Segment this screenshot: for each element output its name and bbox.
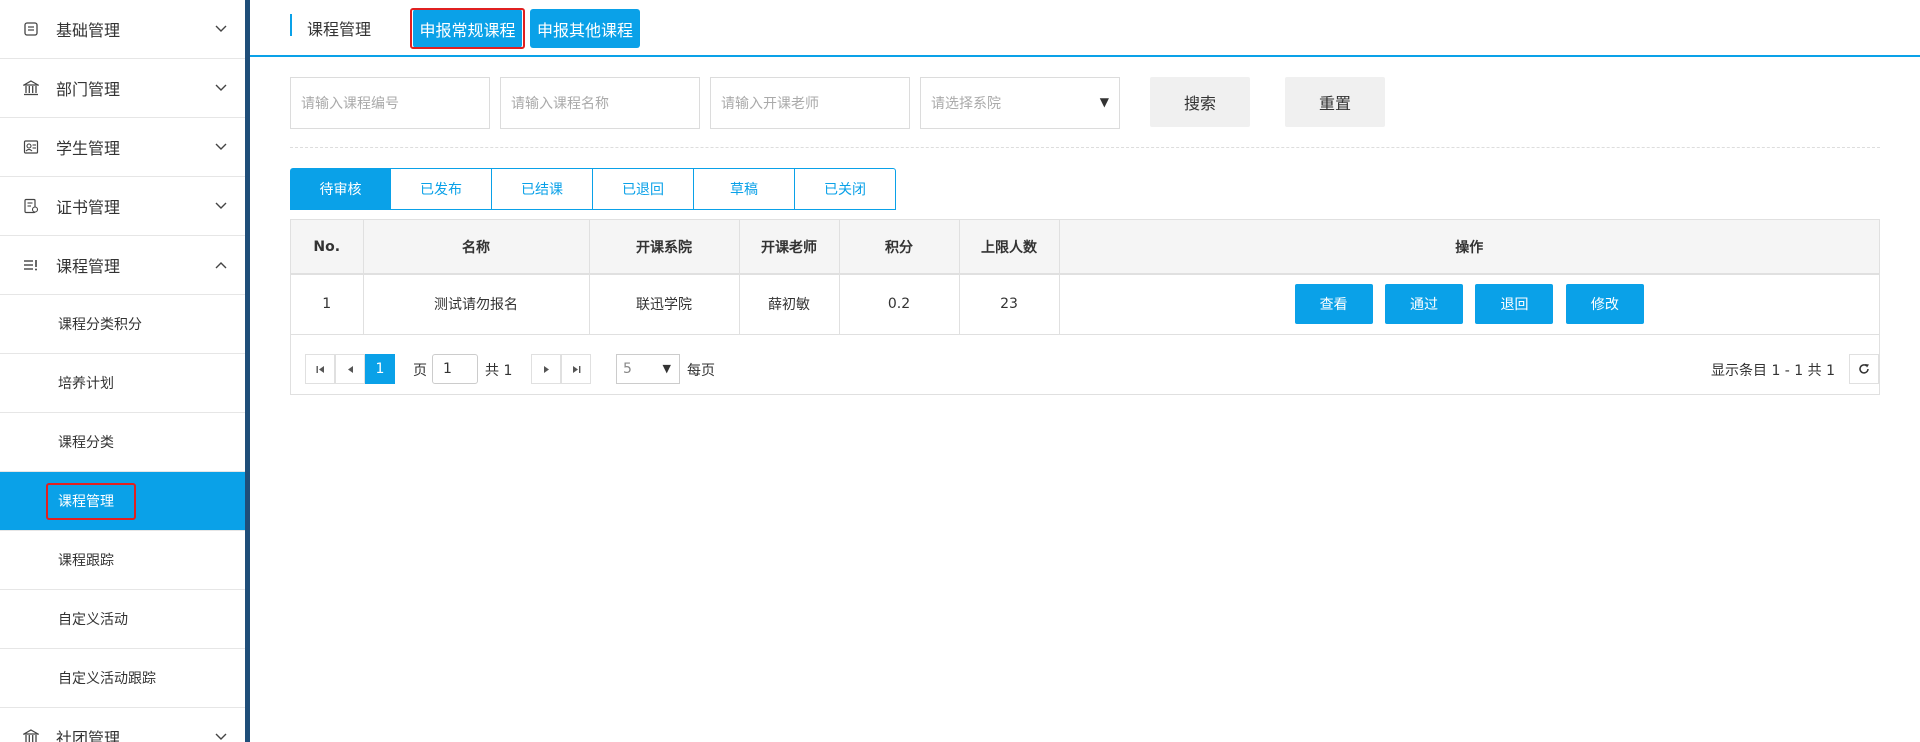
sidebar-group-course[interactable]: 课程管理 <box>0 236 245 295</box>
per-page-label: 每页 <box>687 363 715 379</box>
refresh-icon[interactable] <box>1849 354 1879 384</box>
sidebar-group-label: 课程管理 <box>56 257 121 276</box>
page-header: 课程管理 申报常规课程 申报其他课程 <box>250 0 1920 57</box>
column-header: 开课系院 <box>589 220 740 275</box>
tab-draft[interactable]: 草稿 <box>694 168 795 210</box>
apply-regular-course-button[interactable]: 申报常规课程 <box>413 9 522 48</box>
page-input[interactable]: 1 <box>432 354 478 384</box>
chevron-down-icon <box>213 139 229 155</box>
course-table: No. 名称 开课系院 开课老师 积分 上限人数 操作 1 测试请勿报名 联迅学… <box>290 219 1880 395</box>
sidebar-item-label: 自定义活动 <box>58 612 128 628</box>
page-size-select[interactable]: 5 ▼ <box>616 354 680 384</box>
return-button[interactable]: 退回 <box>1475 284 1554 325</box>
sidebar-item-course-management[interactable]: 课程管理 <box>0 472 245 531</box>
column-header: 开课老师 <box>739 220 840 275</box>
sidebar-group-label: 基础管理 <box>56 21 121 40</box>
page-label: 页 <box>413 363 427 379</box>
sidebar: 基础管理 部门管理 学生管理 证书管理 课程管理 课程分类积分 培养计划 课程分… <box>0 0 245 742</box>
sidebar-group-label: 证书管理 <box>56 198 121 217</box>
institution-icon <box>22 728 40 742</box>
sidebar-item-label: 课程分类积分 <box>58 317 142 333</box>
cell-limit: 23 <box>959 274 1060 335</box>
prev-page-icon[interactable] <box>335 354 365 384</box>
department-select[interactable]: 请选择系院 ▼ <box>920 77 1120 129</box>
column-header: 上限人数 <box>959 220 1060 275</box>
current-page-button[interactable]: 1 <box>365 354 395 384</box>
sidebar-group-label: 学生管理 <box>56 139 121 158</box>
approve-button[interactable]: 通过 <box>1385 284 1464 325</box>
certificate-icon <box>22 197 40 215</box>
sidebar-item-course-category-points[interactable]: 课程分类积分 <box>0 295 245 354</box>
sidebar-group-certificate[interactable]: 证书管理 <box>0 177 245 236</box>
total-pages: 共 1 <box>485 363 513 379</box>
tab-published[interactable]: 已发布 <box>391 168 492 210</box>
sidebar-item-label: 自定义活动跟踪 <box>58 671 156 687</box>
column-header: 名称 <box>363 220 590 275</box>
column-header: 积分 <box>839 220 960 275</box>
sidebar-item-custom-activity-tracking[interactable]: 自定义活动跟踪 <box>0 649 245 708</box>
sidebar-divider <box>245 0 250 742</box>
status-tabs: 待审核 已发布 已结课 已退回 草稿 已关闭 <box>290 168 896 210</box>
department-select-value: 请选择系院 <box>931 96 1001 112</box>
search-button[interactable]: 搜索 <box>1150 77 1250 127</box>
course-list-icon <box>22 256 40 274</box>
sidebar-item-course-category[interactable]: 课程分类 <box>0 413 245 472</box>
table-row: 1 测试请勿报名 联迅学院 薛初敏 0.2 23 查看 通过 退回 修改 <box>291 274 1879 335</box>
chevron-up-icon <box>213 257 229 273</box>
title-accent-bar <box>290 14 292 36</box>
sidebar-group-club[interactable]: 社团管理 <box>0 708 245 742</box>
cell-dept: 联迅学院 <box>589 274 740 335</box>
reset-button[interactable]: 重置 <box>1285 77 1385 127</box>
document-list-icon <box>22 20 40 38</box>
course-name-input[interactable]: 请输入课程名称 <box>500 77 700 129</box>
page-size-value: 5 <box>623 361 632 377</box>
page-title: 课程管理 <box>307 20 372 39</box>
first-page-icon[interactable] <box>305 354 335 384</box>
table-header-row: No. 名称 开课系院 开课老师 积分 上限人数 操作 <box>291 220 1879 275</box>
pagination-summary: 显示条目 1 - 1 共 1 <box>1711 363 1836 379</box>
caret-down-icon: ▼ <box>1099 95 1109 109</box>
tab-closed[interactable]: 已关闭 <box>795 168 896 210</box>
course-code-input[interactable]: 请输入课程编号 <box>290 77 490 129</box>
chevron-down-icon <box>213 80 229 96</box>
sidebar-item-custom-activity[interactable]: 自定义活动 <box>0 590 245 649</box>
sidebar-group-label: 社团管理 <box>56 729 121 742</box>
next-page-icon[interactable] <box>531 354 561 384</box>
edit-button[interactable]: 修改 <box>1565 284 1644 325</box>
teacher-input[interactable]: 请输入开课老师 <box>710 77 910 129</box>
chevron-down-icon <box>213 729 229 742</box>
divider <box>290 147 1880 148</box>
chevron-down-icon <box>213 21 229 37</box>
sidebar-item-label: 课程分类 <box>58 435 114 451</box>
sidebar-group-label: 部门管理 <box>56 80 121 99</box>
view-button[interactable]: 查看 <box>1294 284 1373 325</box>
institution-icon <box>22 79 40 97</box>
cell-teacher: 薛初敏 <box>739 274 840 335</box>
cell-points: 0.2 <box>839 274 960 335</box>
sidebar-item-label: 培养计划 <box>58 376 114 392</box>
cell-no: 1 <box>291 274 364 335</box>
cell-name: 测试请勿报名 <box>363 274 590 335</box>
caret-down-icon: ▼ <box>662 362 671 375</box>
cell-actions: 查看 通过 退回 修改 <box>1059 274 1879 335</box>
chevron-down-icon <box>213 198 229 214</box>
pagination: 1 页 1 共 1 5 ▼ 每页 显示条目 1 - 1 共 1 <box>291 348 1879 394</box>
apply-other-course-button[interactable]: 申报其他课程 <box>530 9 640 48</box>
sidebar-group-basic[interactable]: 基础管理 <box>0 0 245 59</box>
sidebar-group-department[interactable]: 部门管理 <box>0 59 245 118</box>
sidebar-item-course-tracking[interactable]: 课程跟踪 <box>0 531 245 590</box>
column-header: No. <box>291 220 364 275</box>
tab-pending-review[interactable]: 待审核 <box>290 168 391 210</box>
sidebar-item-label: 课程跟踪 <box>58 553 114 569</box>
student-card-icon <box>22 138 40 156</box>
last-page-icon[interactable] <box>561 354 591 384</box>
tab-finished[interactable]: 已结课 <box>492 168 593 210</box>
column-header: 操作 <box>1059 220 1879 275</box>
tab-returned[interactable]: 已退回 <box>593 168 694 210</box>
highlight-outline <box>46 483 136 520</box>
sidebar-group-student[interactable]: 学生管理 <box>0 118 245 177</box>
sidebar-item-training-plan[interactable]: 培养计划 <box>0 354 245 413</box>
